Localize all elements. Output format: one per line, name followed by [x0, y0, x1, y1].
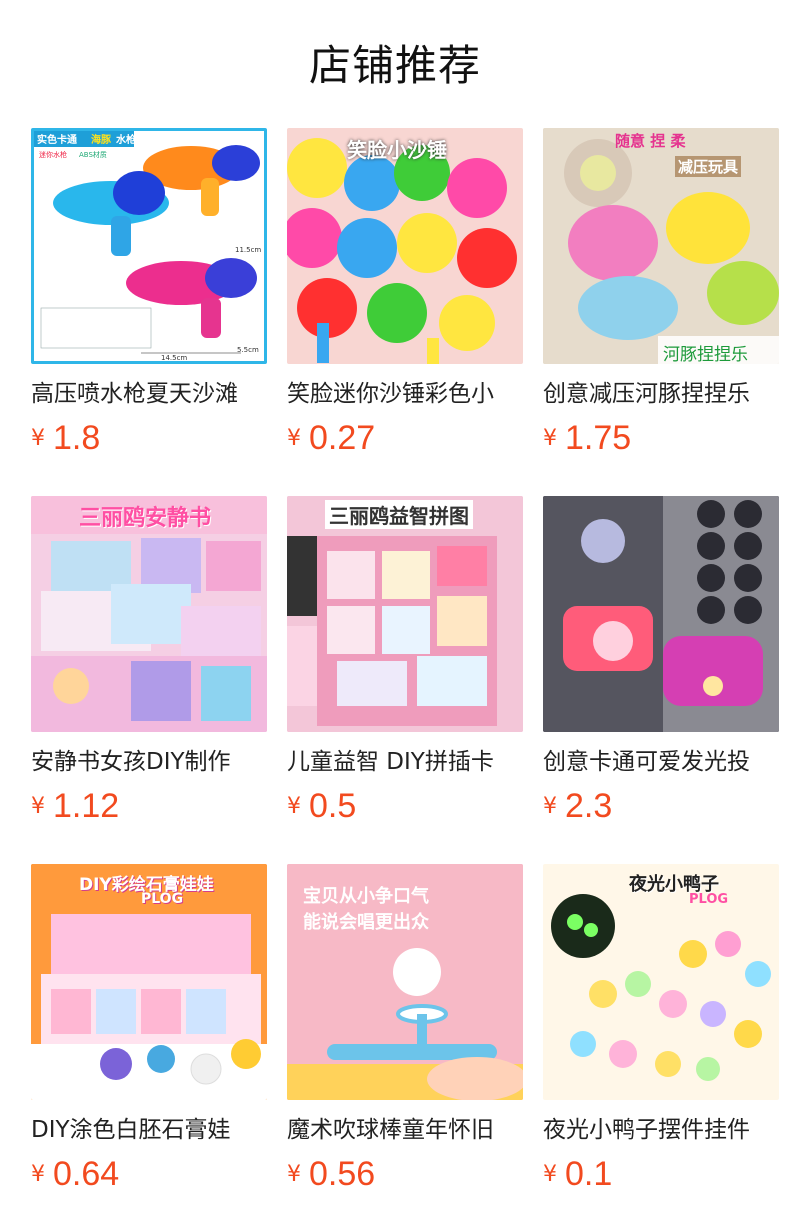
currency-symbol: ¥: [543, 793, 557, 819]
product-name[interactable]: 高压喷水枪夏天沙滩: [31, 377, 267, 411]
image-caption: 能说会唱更出众: [303, 912, 429, 933]
image-caption: PLOG: [689, 892, 729, 907]
product-card[interactable]: 宝贝从小争口气 能说会唱更出众 魔术吹球棒童年怀旧 ¥0.56: [287, 864, 523, 1232]
image-caption: 实色卡通: [37, 135, 77, 146]
price-value: 0.27: [309, 419, 376, 457]
product-name[interactable]: 创意减压河豚捏捏乐: [543, 377, 779, 411]
price-value: 1.12: [53, 787, 120, 825]
image-caption: 三丽鸥益智拼图: [325, 500, 473, 529]
product-name[interactable]: 魔术吹球棒童年怀旧: [287, 1113, 523, 1147]
image-caption: 河豚捏捏乐: [663, 345, 748, 364]
recommend-page: 店铺推荐 实色卡通 海豚 水枪 迷你水枪 ABS材质 14.5cm 5.5cm …: [0, 0, 790, 1232]
product-price: ¥0.64: [31, 1152, 119, 1196]
section-title: 店铺推荐: [308, 41, 481, 90]
image-caption: 减压玩具: [675, 156, 742, 177]
product-card[interactable]: 三丽鸥益智拼图 儿童益智 DIY拼插卡 ¥0.5: [287, 496, 523, 864]
image-caption: 笑脸小沙锤: [347, 138, 447, 162]
product-name[interactable]: 安静书女孩DIY制作: [31, 745, 267, 779]
currency-symbol: ¥: [287, 1161, 301, 1187]
currency-symbol: ¥: [31, 1161, 45, 1187]
currency-symbol: ¥: [31, 425, 45, 451]
product-image[interactable]: 实色卡通 海豚 水枪 迷你水枪 ABS材质 14.5cm 5.5cm 11.5c…: [31, 128, 267, 364]
currency-symbol: ¥: [31, 793, 45, 819]
price-value: 0.5: [309, 787, 357, 825]
product-image[interactable]: 宝贝从小争口气 能说会唱更出众: [287, 864, 523, 1100]
image-caption: PLOG: [141, 891, 184, 907]
product-image[interactable]: 笑脸小沙锤: [287, 128, 523, 364]
product-card[interactable]: 实色卡通 海豚 水枪 迷你水枪 ABS材质 14.5cm 5.5cm 11.5c…: [31, 128, 267, 496]
product-image[interactable]: 三丽鸥安静书: [31, 496, 267, 732]
product-price: ¥0.5: [287, 784, 356, 828]
image-caption: 5.5cm: [237, 346, 259, 354]
product-name[interactable]: 儿童益智 DIY拼插卡: [287, 745, 523, 779]
product-name[interactable]: 夜光小鸭子摆件挂件: [543, 1113, 779, 1147]
image-caption: 宝贝从小争口气: [303, 886, 429, 907]
product-image[interactable]: 随意 捏 柔 减压玩具 河豚捏捏乐: [543, 128, 779, 364]
product-price: ¥1.12: [31, 784, 119, 828]
product-price: ¥0.56: [287, 1152, 375, 1196]
image-caption: 水枪: [116, 135, 136, 146]
product-card[interactable]: 夜光小鸭子 PLOG 夜光小鸭子摆件挂件 ¥0.1: [543, 864, 779, 1232]
product-price: ¥0.27: [287, 416, 375, 460]
product-card[interactable]: 三丽鸥安静书 安静书女孩DIY制作 ¥1.12: [31, 496, 267, 864]
image-caption: ABS材质: [79, 151, 107, 159]
image-caption: 随意 捏 柔: [615, 132, 686, 150]
image-caption: 迷你水枪: [39, 151, 67, 159]
image-caption: 三丽鸥安静书: [79, 506, 212, 531]
product-price: ¥1.75: [543, 416, 631, 460]
product-price: ¥1.8: [31, 416, 100, 460]
price-value: 0.56: [309, 1155, 376, 1193]
product-image[interactable]: DIY彩绘石膏娃娃 PLOG: [31, 864, 267, 1100]
currency-symbol: ¥: [287, 793, 301, 819]
product-name[interactable]: 创意卡通可爱发光投: [543, 745, 779, 779]
image-caption: 14.5cm: [161, 354, 188, 362]
product-image[interactable]: 夜光小鸭子 PLOG: [543, 864, 779, 1100]
product-name[interactable]: DIY涂色白胚石膏娃: [31, 1113, 267, 1147]
product-card[interactable]: 创意卡通可爱发光投 ¥2.3: [543, 496, 779, 864]
currency-symbol: ¥: [287, 425, 301, 451]
product-price: ¥0.1: [543, 1152, 612, 1196]
product-price: ¥2.3: [543, 784, 612, 828]
price-value: 0.64: [53, 1155, 120, 1193]
product-image[interactable]: [543, 496, 779, 732]
price-value: 0.1: [565, 1155, 613, 1193]
product-card[interactable]: 笑脸小沙锤 笑脸迷你沙锤彩色小 ¥0.27: [287, 128, 523, 496]
product-grid: 实色卡通 海豚 水枪 迷你水枪 ABS材质 14.5cm 5.5cm 11.5c…: [31, 128, 780, 1232]
product-card[interactable]: DIY彩绘石膏娃娃 PLOG DIY涂色白胚石膏娃 ¥0.64: [31, 864, 267, 1232]
currency-symbol: ¥: [543, 425, 557, 451]
price-value: 1.8: [53, 419, 101, 457]
product-name[interactable]: 笑脸迷你沙锤彩色小: [287, 377, 523, 411]
price-value: 1.75: [565, 419, 632, 457]
product-card[interactable]: 随意 捏 柔 减压玩具 河豚捏捏乐 创意减压河豚捏捏乐 ¥1.75: [543, 128, 779, 496]
price-value: 2.3: [565, 787, 613, 825]
image-caption: 11.5cm: [235, 246, 262, 254]
product-image[interactable]: 三丽鸥益智拼图: [287, 496, 523, 732]
currency-symbol: ¥: [543, 1161, 557, 1187]
image-caption: 海豚: [91, 135, 111, 146]
